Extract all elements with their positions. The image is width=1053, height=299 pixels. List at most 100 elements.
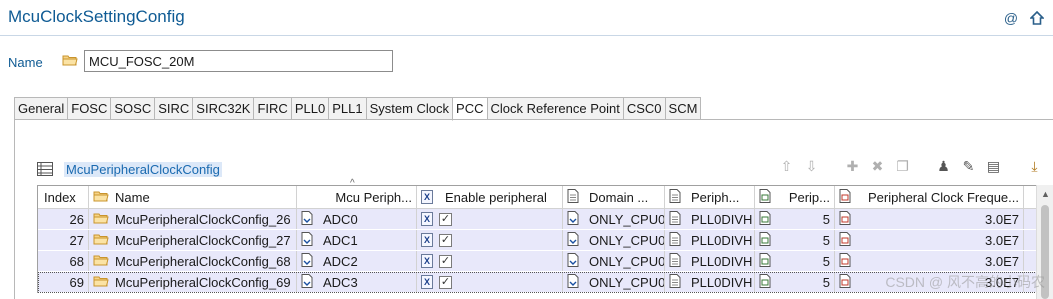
row-freq-cell[interactable]: 3.0E7 <box>835 209 1024 229</box>
row-periph-cell[interactable]: PLL0DIVH <box>665 272 755 292</box>
table-edit-icon[interactable]: ▤ <box>985 158 1002 175</box>
tab-pcc[interactable]: PCC <box>452 97 487 121</box>
table-row[interactable]: 27 McuPeripheralClockConfig_27 ADC1 X ✓ … <box>38 230 1053 251</box>
column-header-perip[interactable]: Perip... <box>755 186 835 208</box>
row-enable-cell[interactable]: X ✓ <box>417 230 563 250</box>
enable-checkbox[interactable]: ✓ <box>439 233 452 247</box>
column-header-domain[interactable]: Domain ... <box>563 186 665 208</box>
row-name-cell[interactable]: McuPeripheralClockConfig_68 <box>89 251 297 271</box>
row-periph-cell[interactable]: PLL0DIVH <box>665 209 755 229</box>
folder-icon <box>93 232 109 248</box>
tab-pll1[interactable]: PLL1 <box>328 97 366 120</box>
column-header-label: Mcu Periph... <box>335 189 412 205</box>
table-row[interactable]: 68 McuPeripheralClockConfig_68 ADC2 X ✓ … <box>38 251 1053 272</box>
folder-icon <box>93 274 109 290</box>
row-domain-cell[interactable]: ONLY_CPU0 <box>563 230 665 250</box>
home-up-icon[interactable] <box>1029 10 1045 26</box>
tab-clock-reference-point[interactable]: Clock Reference Point <box>486 97 623 120</box>
row-name-cell[interactable]: McuPeripheralClockConfig_69 <box>89 272 297 292</box>
row-periph-cell[interactable]: PLL0DIVH <box>665 230 755 250</box>
at-icon[interactable]: @ <box>1003 10 1019 26</box>
row-mcu-cell[interactable]: ADC0 <box>297 209 417 229</box>
enable-checkbox[interactable]: ✓ <box>439 254 452 268</box>
row-freq: 3.0E7 <box>985 211 1019 227</box>
enum-icon <box>301 211 317 227</box>
row-name-cell[interactable]: McuPeripheralClockConfig_27 <box>89 230 297 250</box>
import-icon[interactable]: ⤓ <box>1026 158 1043 175</box>
tab-fosc[interactable]: FOSC <box>67 97 111 120</box>
row-mcu-cell[interactable]: ADC3 <box>297 272 417 292</box>
folder-icon <box>93 253 109 269</box>
editor-title: McuClockSettingConfig <box>8 7 185 26</box>
float-icon <box>839 274 855 290</box>
enum-icon <box>301 253 317 269</box>
row-periph: PLL0DIVH <box>691 232 753 248</box>
column-header-label: Enable peripheral <box>445 189 547 205</box>
scroll-up-icon[interactable]: ▲ <box>1037 185 1053 202</box>
enum-icon <box>567 211 583 227</box>
row-freq-cell[interactable]: 3.0E7 <box>835 230 1024 250</box>
column-header-name[interactable]: Name <box>89 186 297 208</box>
row-enable-cell[interactable]: X ✓ <box>417 251 563 271</box>
tab-sirc[interactable]: SIRC <box>154 97 193 120</box>
tab-firc[interactable]: FIRC <box>253 97 291 120</box>
column-header-label: Name <box>115 189 150 205</box>
tab-csc0[interactable]: CSC0 <box>622 97 665 120</box>
move-up-icon[interactable]: ⇧ <box>778 158 795 175</box>
row-domain-cell[interactable]: ONLY_CPU0 <box>563 209 665 229</box>
tab-general[interactable]: General <box>14 97 68 120</box>
row-domain: ONLY_CPU0 <box>589 211 665 227</box>
row-perip-cell[interactable]: 5 <box>755 272 835 292</box>
enable-checkbox[interactable]: ✓ <box>439 212 452 226</box>
row-perip-cell[interactable]: 5 <box>755 251 835 271</box>
column-header-periph[interactable]: Periph... <box>665 186 755 208</box>
edit-icon[interactable]: ✎ <box>960 158 977 175</box>
row-name: McuPeripheralClockConfig_27 <box>115 232 291 248</box>
tab-pll0[interactable]: PLL0 <box>290 97 329 120</box>
copy-icon[interactable]: ❐ <box>894 158 911 175</box>
row-mcu-cell[interactable]: ADC2 <box>297 251 417 271</box>
row-domain-cell[interactable]: ONLY_CPU0 <box>563 272 665 292</box>
tab-sosc[interactable]: SOSC <box>110 97 155 120</box>
row-enable-cell[interactable]: X ✓ <box>417 272 563 292</box>
folder-icon <box>93 211 109 227</box>
column-header-freq[interactable]: Peripheral Clock Freque... <box>835 186 1024 208</box>
tab-scm[interactable]: SCM <box>664 97 702 120</box>
row-periph: PLL0DIVH <box>691 253 753 269</box>
user-config-icon[interactable]: ♟ <box>935 158 952 175</box>
enum-icon <box>301 232 317 248</box>
tab-system-clock[interactable]: System Clock <box>365 97 453 120</box>
column-header-enable[interactable]: X Enable peripheral <box>417 186 563 208</box>
enum-icon <box>567 232 583 248</box>
row-index: 26 <box>38 209 89 229</box>
row-perip: 5 <box>822 253 830 269</box>
row-periph-cell[interactable]: PLL0DIVH <box>665 251 755 271</box>
table-row[interactable]: 26 McuPeripheralClockConfig_26 ADC0 X ✓ … <box>38 209 1053 230</box>
row-perip-cell[interactable]: 5 <box>755 230 835 250</box>
name-input[interactable]: MCU_FOSC_20M <box>84 50 393 72</box>
add-icon[interactable]: ✚ <box>844 158 861 175</box>
boolean-type-icon: X <box>421 275 433 289</box>
row-name-cell[interactable]: McuPeripheralClockConfig_26 <box>89 209 297 229</box>
row-perip-cell[interactable]: 5 <box>755 209 835 229</box>
number-icon <box>759 189 775 205</box>
row-mcu: ADC0 <box>323 211 358 227</box>
boolean-type-icon: X <box>421 233 433 247</box>
row-freq-cell[interactable]: 3.0E7 <box>835 251 1024 271</box>
row-enable-cell[interactable]: X ✓ <box>417 209 563 229</box>
tab-sirc32k[interactable]: SIRC32K <box>192 97 254 120</box>
number-icon <box>759 253 775 269</box>
row-domain-cell[interactable]: ONLY_CPU0 <box>563 251 665 271</box>
column-header-mcu-periph[interactable]: Mcu Periph... <box>297 186 417 208</box>
row-mcu: ADC3 <box>323 274 358 290</box>
row-mcu-cell[interactable]: ADC1 <box>297 230 417 250</box>
column-header-index[interactable]: Index <box>38 186 89 208</box>
enable-checkbox[interactable]: ✓ <box>439 275 452 289</box>
folder-icon <box>62 53 78 70</box>
boolean-type-icon: X <box>421 212 433 226</box>
row-periph: PLL0DIVH <box>691 211 753 227</box>
move-down-icon[interactable]: ⇩ <box>803 158 820 175</box>
delete-icon[interactable]: ✖ <box>869 158 886 175</box>
table-toolbar: ⇧ ⇩ ✚ ✖ ❐ ♟ ✎ ▤ ⤓ <box>778 158 1043 175</box>
float-icon <box>839 232 855 248</box>
